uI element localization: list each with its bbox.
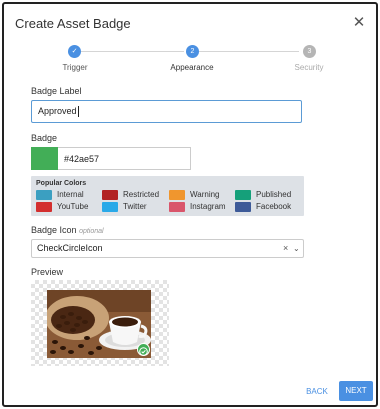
color-swatch — [36, 202, 52, 212]
popular-colors-title: Popular Colors — [36, 180, 87, 187]
badge-color-heading: Badge — [31, 133, 58, 143]
badge-icon-label: Badge Icon — [31, 225, 77, 235]
color-swatch — [169, 190, 185, 200]
badge-check-circle-icon — [137, 343, 150, 356]
step-security-number: 3 — [303, 45, 316, 58]
badge-preview — [31, 280, 169, 366]
popular-color-label: Instagram — [190, 202, 226, 211]
optional-hint: optional — [79, 228, 104, 235]
color-swatch — [102, 190, 118, 200]
stepper: ✓ Trigger 2 Appearance 3 Security — [4, 44, 380, 74]
popular-colors-panel: Popular Colors Internal Restricted Warni… — [31, 176, 304, 216]
clear-icon[interactable]: × — [283, 240, 288, 257]
step-security-label: Security — [294, 63, 324, 72]
preview-heading: Preview — [31, 267, 64, 277]
text-caret — [77, 106, 79, 118]
close-icon[interactable]: ✕ — [352, 15, 366, 30]
check-circle-icon — [139, 347, 148, 356]
color-swatch — [235, 202, 251, 212]
popular-color-label: Published — [256, 190, 292, 199]
back-button[interactable]: BACK — [302, 385, 332, 399]
step-appearance-label: Appearance — [170, 63, 214, 72]
preview-image — [47, 290, 151, 358]
popular-color-label: Warning — [190, 190, 220, 199]
popular-color-label: Facebook — [256, 202, 292, 211]
popular-color-label: Restricted — [123, 190, 160, 199]
badge-label-heading: Badge Label — [31, 86, 82, 96]
badge-label-input[interactable]: Approved — [31, 100, 302, 123]
badge-color-hex-input[interactable]: #42ae57 — [58, 147, 191, 170]
color-swatch — [235, 190, 251, 200]
next-button[interactable]: NEXT — [339, 381, 373, 401]
popular-color-label: YouTube — [57, 202, 89, 211]
badge-icon-select[interactable]: CheckCircleIcon × ⌄ — [31, 239, 304, 258]
color-swatch — [36, 190, 52, 200]
badge-color-swatch[interactable] — [31, 147, 58, 170]
badge-label-value: Approved — [38, 106, 77, 116]
popular-color-label: Twitter — [123, 202, 147, 211]
stepper-connector — [198, 51, 299, 52]
step-trigger-check-icon: ✓ — [68, 45, 81, 58]
popular-color-label: Internal — [57, 190, 84, 199]
step-trigger-label: Trigger — [62, 63, 88, 72]
coffee-image — [47, 290, 151, 358]
dialog-title: Create Asset Badge — [15, 16, 131, 31]
create-asset-badge-dialog: Create Asset Badge ✕ ✓ Trigger 2 Appeara… — [2, 2, 378, 407]
step-appearance-number: 2 — [186, 45, 199, 58]
badge-icon-heading: Badge Icon optional — [31, 225, 104, 235]
badge-icon-value: CheckCircleIcon — [37, 243, 103, 253]
color-swatch — [169, 202, 185, 212]
chevron-down-icon[interactable]: ⌄ — [293, 240, 300, 257]
stepper-connector — [81, 51, 184, 52]
color-swatch — [102, 202, 118, 212]
